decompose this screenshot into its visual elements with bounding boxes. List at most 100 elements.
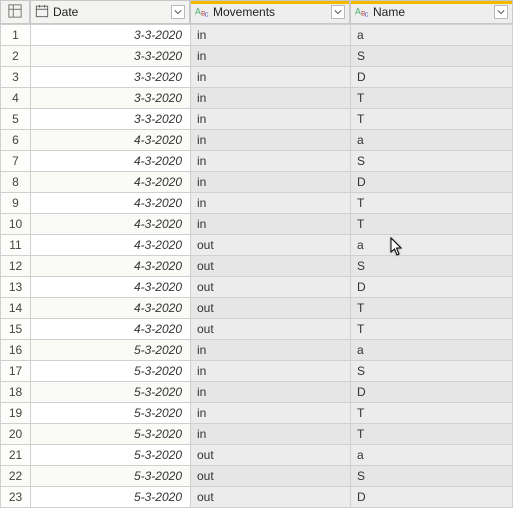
cell-movements[interactable]: out <box>191 466 351 487</box>
cell-movements[interactable]: in <box>191 361 351 382</box>
cell-name[interactable]: T <box>351 319 513 340</box>
cell-date[interactable]: 4-3-2020 <box>31 319 191 340</box>
column-header-table-corner[interactable] <box>0 0 30 24</box>
table-row[interactable]: 185-3-2020inD <box>1 382 513 403</box>
cell-date[interactable]: 4-3-2020 <box>31 298 191 319</box>
cell-name[interactable]: a <box>351 235 513 256</box>
row-number[interactable]: 9 <box>1 193 31 214</box>
cell-movements[interactable]: in <box>191 403 351 424</box>
cell-date[interactable]: 4-3-2020 <box>31 256 191 277</box>
cell-movements[interactable]: out <box>191 277 351 298</box>
cell-date[interactable]: 4-3-2020 <box>31 130 191 151</box>
row-number[interactable]: 18 <box>1 382 31 403</box>
table-row[interactable]: 43-3-2020inT <box>1 88 513 109</box>
table-row[interactable]: 225-3-2020outS <box>1 466 513 487</box>
cell-movements[interactable]: in <box>191 130 351 151</box>
cell-name[interactable]: a <box>351 130 513 151</box>
cell-movements[interactable]: out <box>191 235 351 256</box>
cell-date[interactable]: 3-3-2020 <box>31 46 191 67</box>
table-row[interactable]: 23-3-2020inS <box>1 46 513 67</box>
data-grid[interactable]: 13-3-2020ina23-3-2020inS33-3-2020inD43-3… <box>0 24 513 508</box>
cell-name[interactable]: S <box>351 151 513 172</box>
cell-movements[interactable]: out <box>191 298 351 319</box>
column-header-date[interactable]: Date <box>30 0 190 24</box>
cell-date[interactable]: 3-3-2020 <box>31 67 191 88</box>
row-number[interactable]: 19 <box>1 403 31 424</box>
row-number[interactable]: 21 <box>1 445 31 466</box>
row-number[interactable]: 20 <box>1 424 31 445</box>
cell-name[interactable]: S <box>351 256 513 277</box>
row-number[interactable]: 17 <box>1 361 31 382</box>
cell-movements[interactable]: in <box>191 88 351 109</box>
cell-date[interactable]: 3-3-2020 <box>31 109 191 130</box>
cell-movements[interactable]: in <box>191 109 351 130</box>
row-number[interactable]: 23 <box>1 487 31 508</box>
cell-movements[interactable]: out <box>191 319 351 340</box>
cell-name[interactable]: T <box>351 424 513 445</box>
cell-movements[interactable]: out <box>191 487 351 508</box>
row-number[interactable]: 6 <box>1 130 31 151</box>
cell-movements[interactable]: out <box>191 256 351 277</box>
row-number[interactable]: 16 <box>1 340 31 361</box>
cell-name[interactable]: T <box>351 193 513 214</box>
cell-name[interactable]: D <box>351 382 513 403</box>
cell-name[interactable]: D <box>351 67 513 88</box>
column-filter-date[interactable] <box>171 5 185 19</box>
cell-movements[interactable]: in <box>191 46 351 67</box>
cell-date[interactable]: 4-3-2020 <box>31 172 191 193</box>
cell-name[interactable]: T <box>351 403 513 424</box>
table-row[interactable]: 175-3-2020inS <box>1 361 513 382</box>
cell-name[interactable]: S <box>351 361 513 382</box>
table-row[interactable]: 13-3-2020ina <box>1 25 513 46</box>
row-number[interactable]: 22 <box>1 466 31 487</box>
row-number[interactable]: 5 <box>1 109 31 130</box>
table-row[interactable]: 154-3-2020outT <box>1 319 513 340</box>
row-number[interactable]: 1 <box>1 25 31 46</box>
row-number[interactable]: 13 <box>1 277 31 298</box>
table-row[interactable]: 205-3-2020inT <box>1 424 513 445</box>
table-row[interactable]: 144-3-2020outT <box>1 298 513 319</box>
table-row[interactable]: 84-3-2020inD <box>1 172 513 193</box>
cell-name[interactable]: D <box>351 277 513 298</box>
cell-name[interactable]: D <box>351 172 513 193</box>
cell-movements[interactable]: in <box>191 382 351 403</box>
table-row[interactable]: 215-3-2020outa <box>1 445 513 466</box>
cell-movements[interactable]: in <box>191 172 351 193</box>
cell-movements[interactable]: in <box>191 67 351 88</box>
row-number[interactable]: 2 <box>1 46 31 67</box>
column-filter-name[interactable] <box>494 5 508 19</box>
cell-date[interactable]: 5-3-2020 <box>31 382 191 403</box>
row-number[interactable]: 10 <box>1 214 31 235</box>
cell-name[interactable]: a <box>351 340 513 361</box>
cell-date[interactable]: 5-3-2020 <box>31 340 191 361</box>
table-row[interactable]: 165-3-2020ina <box>1 340 513 361</box>
table-row[interactable]: 134-3-2020outD <box>1 277 513 298</box>
table-row[interactable]: 53-3-2020inT <box>1 109 513 130</box>
cell-movements[interactable]: in <box>191 214 351 235</box>
cell-date[interactable]: 4-3-2020 <box>31 193 191 214</box>
row-number[interactable]: 4 <box>1 88 31 109</box>
cell-movements[interactable]: in <box>191 340 351 361</box>
cell-date[interactable]: 4-3-2020 <box>31 214 191 235</box>
table-row[interactable]: 104-3-2020inT <box>1 214 513 235</box>
row-number[interactable]: 8 <box>1 172 31 193</box>
cell-name[interactable]: T <box>351 109 513 130</box>
cell-date[interactable]: 3-3-2020 <box>31 88 191 109</box>
table-row[interactable]: 235-3-2020outD <box>1 487 513 508</box>
cell-date[interactable]: 4-3-2020 <box>31 277 191 298</box>
column-filter-movements[interactable] <box>331 5 345 19</box>
cell-name[interactable]: T <box>351 214 513 235</box>
table-row[interactable]: 195-3-2020inT <box>1 403 513 424</box>
row-number[interactable]: 15 <box>1 319 31 340</box>
cell-date[interactable]: 3-3-2020 <box>31 25 191 46</box>
cell-date[interactable]: 4-3-2020 <box>31 151 191 172</box>
cell-movements[interactable]: in <box>191 25 351 46</box>
cell-movements[interactable]: in <box>191 151 351 172</box>
table-row[interactable]: 74-3-2020inS <box>1 151 513 172</box>
cell-date[interactable]: 4-3-2020 <box>31 235 191 256</box>
cell-name[interactable]: D <box>351 487 513 508</box>
table-row[interactable]: 33-3-2020inD <box>1 67 513 88</box>
cell-movements[interactable]: in <box>191 193 351 214</box>
cell-name[interactable]: S <box>351 466 513 487</box>
row-number[interactable]: 7 <box>1 151 31 172</box>
